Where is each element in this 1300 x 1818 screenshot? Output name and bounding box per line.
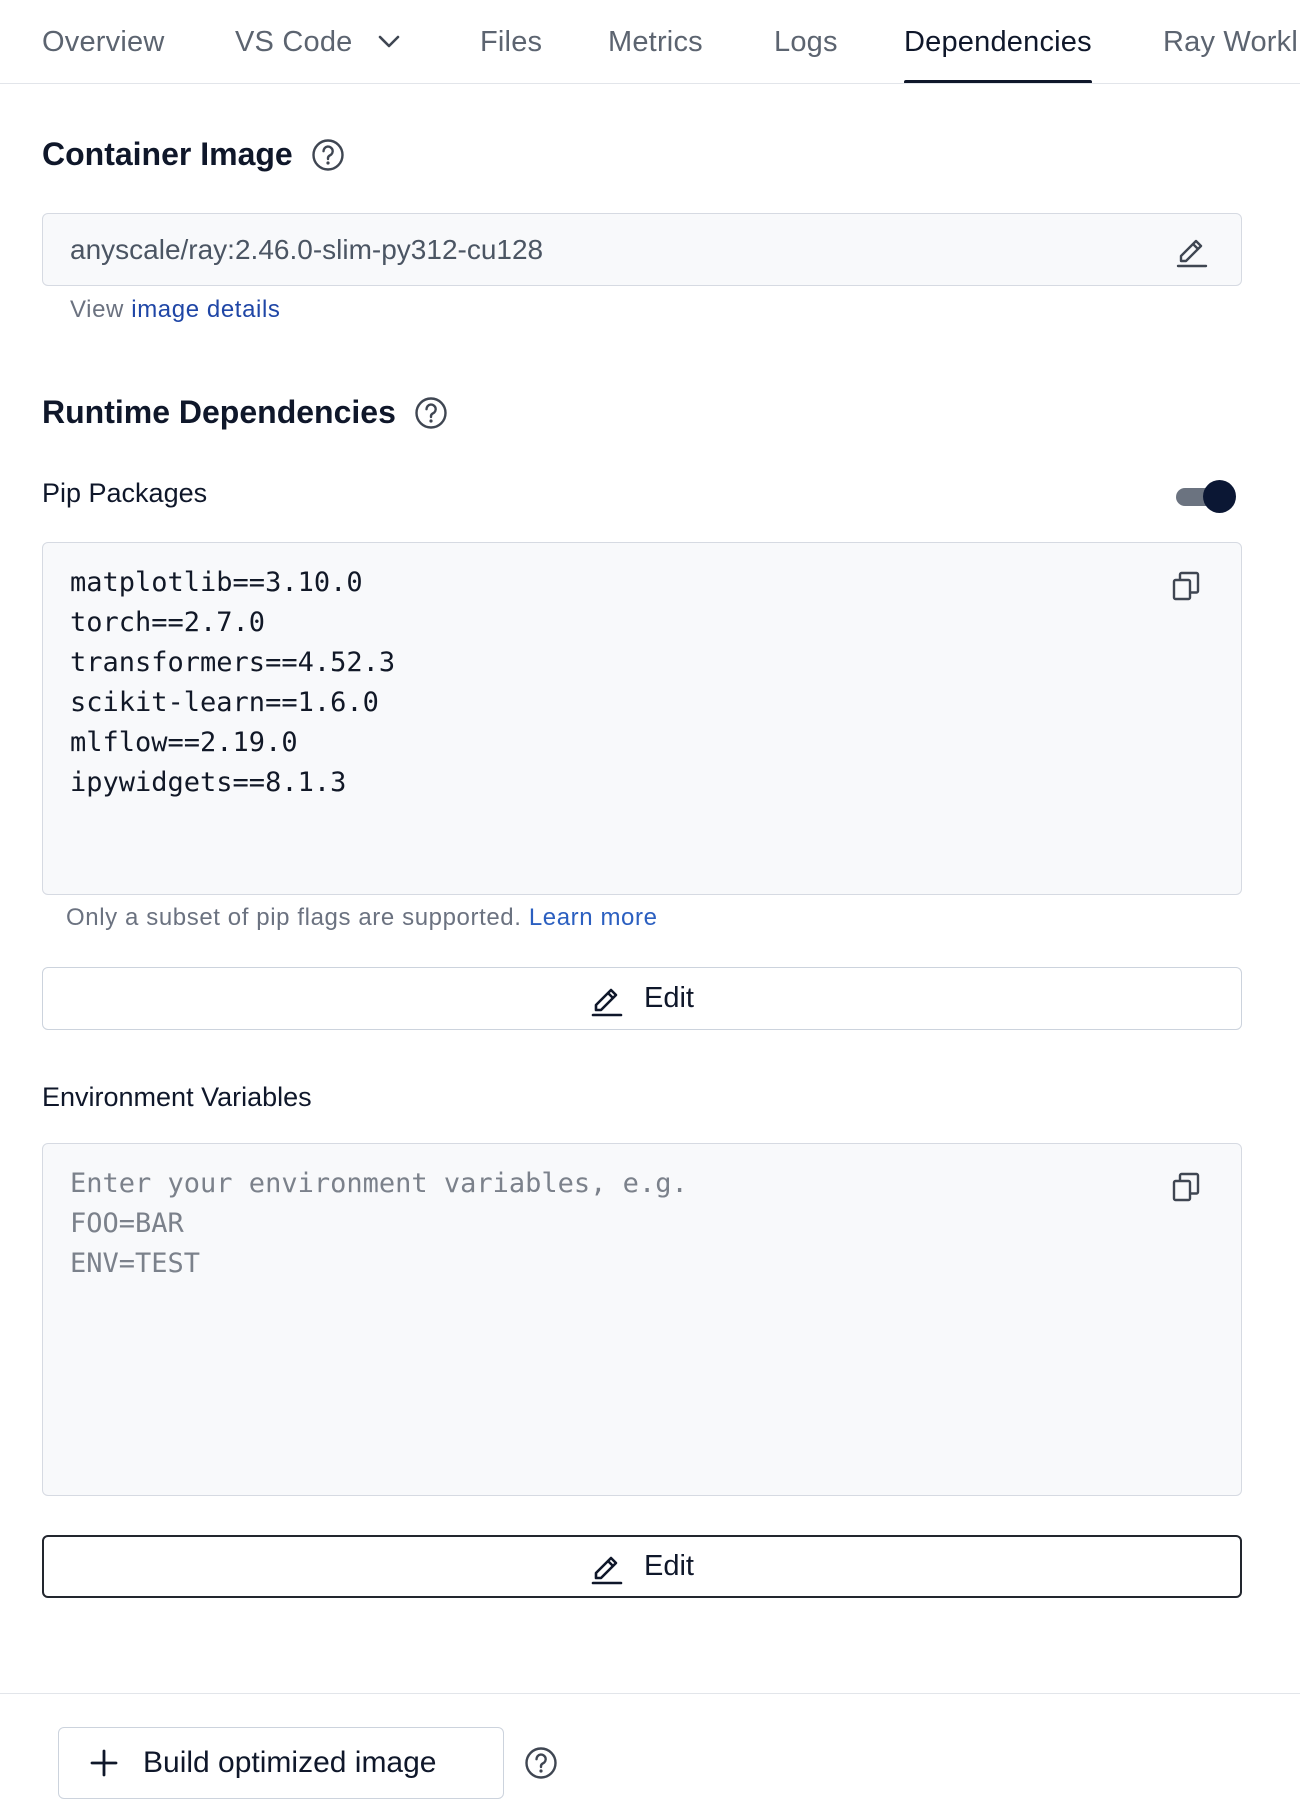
tab-bar: Overview VS Code Files Metrics Logs Depe… xyxy=(0,0,1300,84)
edit-pip-packages-button[interactable]: Edit xyxy=(42,967,1242,1030)
pip-flags-hint-text: Only a subset of pip flags are supported… xyxy=(66,904,522,931)
pip-packages-toggle[interactable] xyxy=(1176,480,1236,513)
pip-packages-title: Pip Packages xyxy=(42,478,208,508)
environment-variables-box[interactable]: Enter your environment variables, e.g. F… xyxy=(42,1143,1242,1496)
help-circle-icon[interactable] xyxy=(414,396,448,430)
pip-flags-hint: Only a subset of pip flags are supported… xyxy=(66,904,658,932)
tab-dependencies[interactable]: Dependencies xyxy=(904,0,1092,83)
env-placeholder-line: Enter your environment variables, e.g. xyxy=(70,1168,688,1199)
pip-package-line: matplotlib==3.10.0 xyxy=(70,567,363,598)
help-circle-icon[interactable] xyxy=(524,1746,558,1785)
tab-overview[interactable]: Overview xyxy=(42,0,164,83)
environment-variables-title: Environment Variables xyxy=(42,1082,312,1112)
edit-label: Edit xyxy=(644,1550,694,1582)
pip-package-line: torch==2.7.0 xyxy=(70,607,266,638)
tab-logs[interactable]: Logs xyxy=(774,0,838,83)
build-optimized-image-button[interactable]: Build optimized image xyxy=(58,1727,504,1799)
toggle-knob xyxy=(1203,480,1236,513)
runtime-dependencies-title: Runtime Dependencies xyxy=(42,394,396,430)
copy-icon[interactable] xyxy=(1171,1171,1201,1208)
copy-icon[interactable] xyxy=(1171,570,1201,607)
tab-vs-code-label: VS Code xyxy=(235,25,353,58)
tab-files[interactable]: Files xyxy=(480,0,542,83)
image-details-link[interactable]: image details xyxy=(131,296,280,323)
tab-metrics[interactable]: Metrics xyxy=(608,0,703,83)
edit-environment-variables-button[interactable]: Edit xyxy=(42,1535,1242,1598)
container-image-value: anyscale/ray:2.46.0-slim-py312-cu128 xyxy=(70,233,544,265)
plus-icon xyxy=(89,1748,119,1778)
container-image-heading: Container Image xyxy=(42,136,345,173)
pencil-icon[interactable] xyxy=(1175,232,1209,275)
tab-ray-workloads[interactable]: Ray Workl xyxy=(1163,0,1298,83)
tab-vs-code[interactable]: VS Code xyxy=(235,0,400,83)
env-placeholder-line: FOO=BAR xyxy=(70,1208,184,1239)
container-image-field: anyscale/ray:2.46.0-slim-py312-cu128 xyxy=(42,213,1242,286)
pip-packages-box: matplotlib==3.10.0 torch==2.7.0 transfor… xyxy=(42,542,1242,895)
pip-package-line: transformers==4.52.3 xyxy=(70,647,396,678)
pencil-icon xyxy=(590,1549,624,1585)
learn-more-link[interactable]: Learn more xyxy=(529,904,658,931)
view-label: View xyxy=(70,296,124,323)
image-details-hint: View image details xyxy=(70,296,281,324)
pip-package-line: mlflow==2.19.0 xyxy=(70,727,298,758)
pip-package-line: scikit-learn==1.6.0 xyxy=(70,687,379,718)
pip-package-line: ipywidgets==8.1.3 xyxy=(70,767,347,798)
container-image-title: Container Image xyxy=(42,136,293,172)
chevron-down-icon[interactable] xyxy=(378,35,400,49)
runtime-dependencies-heading: Runtime Dependencies xyxy=(42,394,448,431)
footer-divider xyxy=(0,1693,1300,1694)
pencil-icon xyxy=(590,981,624,1017)
env-placeholder-line: ENV=TEST xyxy=(70,1248,201,1279)
edit-label: Edit xyxy=(644,982,694,1014)
build-optimized-image-label: Build optimized image xyxy=(143,1746,437,1779)
help-circle-icon[interactable] xyxy=(311,138,345,172)
